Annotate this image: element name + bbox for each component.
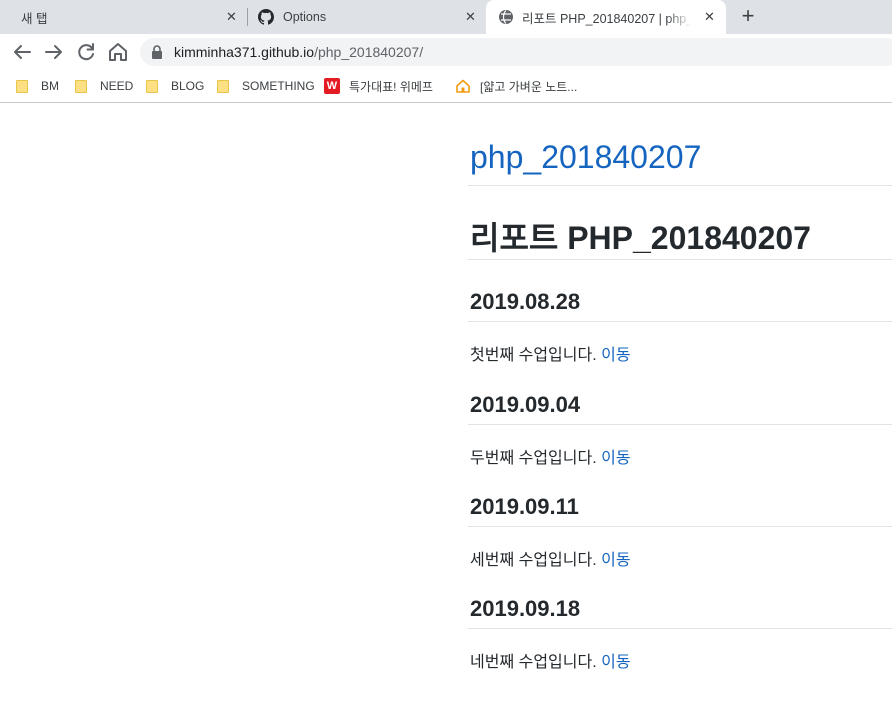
bookmark-label: BM xyxy=(41,79,59,93)
entry-description: 두번째 수업입니다. xyxy=(470,450,597,467)
lock-icon[interactable] xyxy=(151,45,163,59)
site-title-link[interactable]: php_201840207 xyxy=(470,139,701,176)
folder-icon xyxy=(217,79,229,93)
tab-title: Options xyxy=(283,10,327,24)
page-title: 리포트 PHP_201840207 xyxy=(470,220,811,256)
new-tab-button[interactable]: + xyxy=(738,4,758,28)
bookmarks-bar: BM NEED BLOG SOMETHING W 특가대표! 위메프 [얇고 가… xyxy=(0,70,892,103)
entry-date: 2019.09.18 xyxy=(470,596,581,621)
entry-text: 첫번째 수업입니다. 이동 xyxy=(470,341,631,365)
folder-icon xyxy=(16,79,28,93)
entry-text: 네번째 수업입니다. 이동 xyxy=(470,648,631,672)
bookmark-folder-need[interactable]: NEED xyxy=(75,76,133,96)
bookmark-wemakeprice[interactable]: W 특가대표! 위메프 xyxy=(324,76,433,96)
entry-date: 2019.09.04 xyxy=(470,392,581,417)
url-text[interactable]: kimminha371.github.io/php_201840207/ xyxy=(174,43,423,61)
bookmark-label: SOMETHING xyxy=(242,79,315,93)
entry-date: 2019.09.11 xyxy=(470,494,579,519)
bookmark-label: 특가대표! 위메프 xyxy=(349,79,433,94)
folder-icon xyxy=(75,79,87,93)
entry-description: 세번째 수업입니다. xyxy=(470,552,597,569)
tab-options[interactable]: Options ✕ xyxy=(248,0,486,34)
bookmark-label: NEED xyxy=(100,79,134,93)
entry-description: 첫번째 수업입니다. xyxy=(470,347,597,364)
bookmark-label: [얇고 가벼운 노트... xyxy=(480,79,578,94)
globe-icon xyxy=(499,10,513,24)
divider xyxy=(468,259,892,260)
url-path: /php_201840207/ xyxy=(314,44,424,60)
forward-arrow-icon[interactable] xyxy=(42,40,66,64)
folder-icon xyxy=(146,79,158,93)
reload-icon[interactable] xyxy=(74,40,98,64)
home-icon[interactable] xyxy=(106,40,130,64)
entry-date: 2019.08.28 xyxy=(470,289,581,314)
bookmark-label: BLOG xyxy=(171,79,205,93)
close-icon[interactable]: ✕ xyxy=(704,9,715,25)
tab-bar: 새 탭 ✕ Options ✕ 리포트 PHP_201840207 | php_… xyxy=(0,0,892,34)
divider xyxy=(468,424,892,425)
tab-new-tab[interactable]: 새 탭 ✕ xyxy=(0,0,246,34)
entry-link[interactable]: 이동 xyxy=(601,654,630,671)
tab-report[interactable]: 리포트 PHP_201840207 | php_201840207 ✕ xyxy=(486,0,726,34)
bookmark-folder-something[interactable]: SOMETHING xyxy=(217,76,315,96)
divider xyxy=(468,628,892,629)
entry-link[interactable]: 이동 xyxy=(601,450,630,467)
divider xyxy=(468,526,892,527)
tab-title: 리포트 PHP_201840207 | php_201840207 xyxy=(522,11,692,26)
entry-text: 세번째 수업입니다. 이동 xyxy=(470,546,631,570)
bookmark-folder-blog[interactable]: BLOG xyxy=(146,76,204,96)
divider xyxy=(468,185,892,186)
entry-description: 네번째 수업입니다. xyxy=(470,654,597,671)
back-arrow-icon[interactable] xyxy=(10,40,34,64)
divider xyxy=(468,321,892,322)
entry-link[interactable]: 이동 xyxy=(601,347,630,364)
url-host: kimminha371.github.io xyxy=(174,44,315,60)
entry-link[interactable]: 이동 xyxy=(601,552,630,569)
bookmark-notebook[interactable]: [얇고 가벼운 노트... xyxy=(455,76,577,96)
home-icon xyxy=(456,79,470,93)
bookmark-folder-bm[interactable]: BM xyxy=(16,76,59,96)
tab-title: 새 탭 xyxy=(21,11,48,26)
close-icon[interactable]: ✕ xyxy=(226,9,237,25)
wemakeprice-icon: W xyxy=(324,78,340,94)
github-icon xyxy=(258,9,274,25)
close-icon[interactable]: ✕ xyxy=(465,9,476,25)
entry-text: 두번째 수업입니다. 이동 xyxy=(470,444,631,468)
